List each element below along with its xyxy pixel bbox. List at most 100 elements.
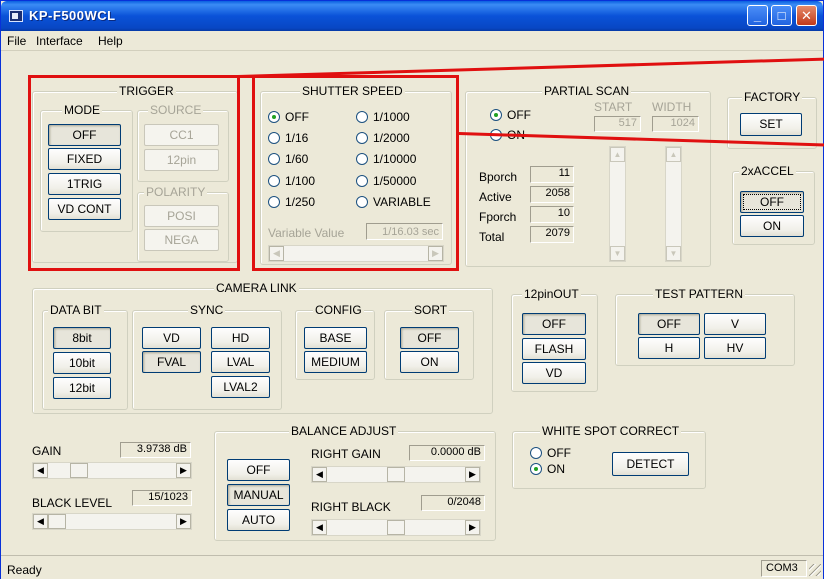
mode-off-button[interactable]: OFF [48, 124, 121, 146]
polarity-nega-button[interactable]: NEGA [144, 229, 219, 251]
data-bit-12-button[interactable]: 12bit [53, 377, 111, 399]
right-gain-slider[interactable]: ◀ ▶ [311, 466, 481, 483]
shutter-1-60-radio[interactable]: 1/60 [268, 152, 308, 166]
accel-off-button[interactable]: OFF [740, 191, 804, 213]
accel-on-button[interactable]: ON [740, 215, 804, 237]
balance-off-button[interactable]: OFF [227, 459, 290, 481]
shutter-1-2000-radio[interactable]: 1/2000 [356, 131, 410, 145]
partial-scan-title: PARTIAL SCAN [542, 84, 632, 98]
maximize-button[interactable]: □ [771, 5, 792, 26]
menu-interface[interactable]: Interface [36, 34, 83, 48]
mode-title: MODE [62, 103, 102, 117]
config-medium-button[interactable]: MEDIUM [304, 351, 367, 373]
source-cc1-button[interactable]: CC1 [144, 124, 219, 146]
scroll-down-icon[interactable]: ▼ [666, 246, 681, 261]
accel-title: 2xACCEL [739, 164, 796, 178]
test-pattern-title: TEST PATTERN [653, 287, 746, 301]
scroll-right-icon[interactable]: ▶ [176, 463, 191, 478]
mode-1trig-button[interactable]: 1TRIG [48, 173, 121, 195]
balance-manual-button[interactable]: MANUAL [227, 484, 290, 506]
scroll-left-icon[interactable]: ◀ [33, 514, 48, 529]
pin-out-flash-button[interactable]: FLASH [522, 338, 586, 360]
close-button[interactable]: ✕ [796, 5, 817, 26]
pin-out-title: 12pinOUT [522, 287, 581, 301]
scroll-right-icon[interactable]: ▶ [428, 246, 443, 261]
black-level-slider[interactable]: ◀ ▶ [32, 513, 192, 530]
right-black-slider[interactable]: ◀ ▶ [311, 519, 481, 536]
radio-icon [530, 447, 542, 459]
data-bit-8-button[interactable]: 8bit [53, 327, 111, 349]
scroll-left-icon[interactable]: ◀ [312, 467, 327, 482]
right-gain-slider-thumb[interactable] [387, 467, 405, 482]
balance-auto-button[interactable]: AUTO [227, 509, 290, 531]
scroll-right-icon[interactable]: ▶ [465, 520, 480, 535]
menu-help[interactable]: Help [98, 34, 123, 48]
scroll-right-icon[interactable]: ▶ [465, 467, 480, 482]
partial-off-radio[interactable]: OFF [490, 108, 531, 122]
scroll-right-icon[interactable]: ▶ [176, 514, 191, 529]
config-base-button[interactable]: BASE [304, 327, 367, 349]
data-bit-10-button[interactable]: 10bit [53, 352, 111, 374]
shutter-1-1000-radio[interactable]: 1/1000 [356, 110, 410, 124]
right-black-slider-thumb[interactable] [387, 520, 405, 535]
variable-value-label: Variable Value [268, 226, 345, 240]
sync-hd-button[interactable]: HD [211, 327, 270, 349]
bporch-value: 11 [530, 166, 574, 183]
width-field: 1024 [652, 116, 699, 132]
test-pattern-v-button[interactable]: V [704, 313, 766, 335]
scroll-left-icon[interactable]: ◀ [269, 246, 284, 261]
width-label: WIDTH [652, 100, 692, 114]
black-level-slider-thumb[interactable] [48, 514, 66, 529]
shutter-variable-radio[interactable]: VARIABLE [356, 195, 431, 209]
shutter-1-16-radio[interactable]: 1/16 [268, 131, 308, 145]
test-pattern-off-button[interactable]: OFF [638, 313, 700, 335]
scroll-up-icon[interactable]: ▲ [666, 147, 681, 162]
shutter-1-50000-radio[interactable]: 1/50000 [356, 174, 416, 188]
gain-slider[interactable]: ◀ ▶ [32, 462, 192, 479]
scroll-down-icon[interactable]: ▼ [610, 246, 625, 261]
shutter-1-100-radio[interactable]: 1/100 [268, 174, 315, 188]
mode-vdcont-button[interactable]: VD CONT [48, 198, 121, 220]
white-spot-on-radio[interactable]: ON [530, 462, 565, 476]
shutter-1-250-radio[interactable]: 1/250 [268, 195, 315, 209]
polarity-posi-button[interactable]: POSI [144, 205, 219, 227]
pin-out-off-button[interactable]: OFF [522, 313, 586, 335]
test-pattern-h-button[interactable]: H [638, 337, 700, 359]
maximize-icon: □ [777, 8, 786, 23]
start-scrollbar[interactable]: ▲ ▼ [609, 146, 626, 262]
factory-set-button[interactable]: SET [740, 113, 802, 136]
minimize-button[interactable]: _ [747, 5, 768, 26]
trigger-title: TRIGGER [117, 84, 176, 98]
pin-out-vd-button[interactable]: VD [522, 362, 586, 384]
detect-button[interactable]: DETECT [612, 452, 689, 476]
test-pattern-hv-button[interactable]: HV [704, 337, 766, 359]
start-label: START [594, 100, 633, 114]
resize-grip-icon[interactable] [809, 564, 821, 576]
scroll-left-icon[interactable]: ◀ [312, 520, 327, 535]
variable-value-scrollbar[interactable]: ◀ ▶ [268, 245, 444, 262]
status-bar: Ready COM3 [1, 555, 823, 579]
source-12pin-button[interactable]: 12pin [144, 149, 219, 171]
shutter-off-radio[interactable]: OFF [268, 110, 309, 124]
menu-file[interactable]: File [7, 34, 26, 48]
sort-off-button[interactable]: OFF [400, 327, 459, 349]
scroll-up-icon[interactable]: ▲ [610, 147, 625, 162]
pin-out-group: 12pinOUT OFF FLASH VD [511, 287, 598, 392]
scroll-left-icon[interactable]: ◀ [33, 463, 48, 478]
title-bar[interactable]: KP-F500WCL _ □ ✕ [1, 1, 823, 31]
gain-slider-thumb[interactable] [70, 463, 88, 478]
minimize-icon: _ [753, 8, 762, 23]
width-scrollbar[interactable]: ▲ ▼ [665, 146, 682, 262]
shutter-1-10000-radio[interactable]: 1/10000 [356, 152, 416, 166]
sync-lval-button[interactable]: LVAL [211, 351, 270, 373]
radio-icon [268, 175, 280, 187]
sync-lval2-button[interactable]: LVAL2 [211, 376, 270, 398]
sort-group: SORT OFF ON [384, 303, 474, 380]
sync-fval-button[interactable]: FVAL [142, 351, 201, 373]
config-title: CONFIG [313, 303, 364, 317]
sync-vd-button[interactable]: VD [142, 327, 201, 349]
white-spot-off-radio[interactable]: OFF [530, 446, 571, 460]
camera-link-title: CAMERA LINK [214, 281, 299, 295]
sort-on-button[interactable]: ON [400, 351, 459, 373]
mode-fixed-button[interactable]: FIXED [48, 148, 121, 170]
